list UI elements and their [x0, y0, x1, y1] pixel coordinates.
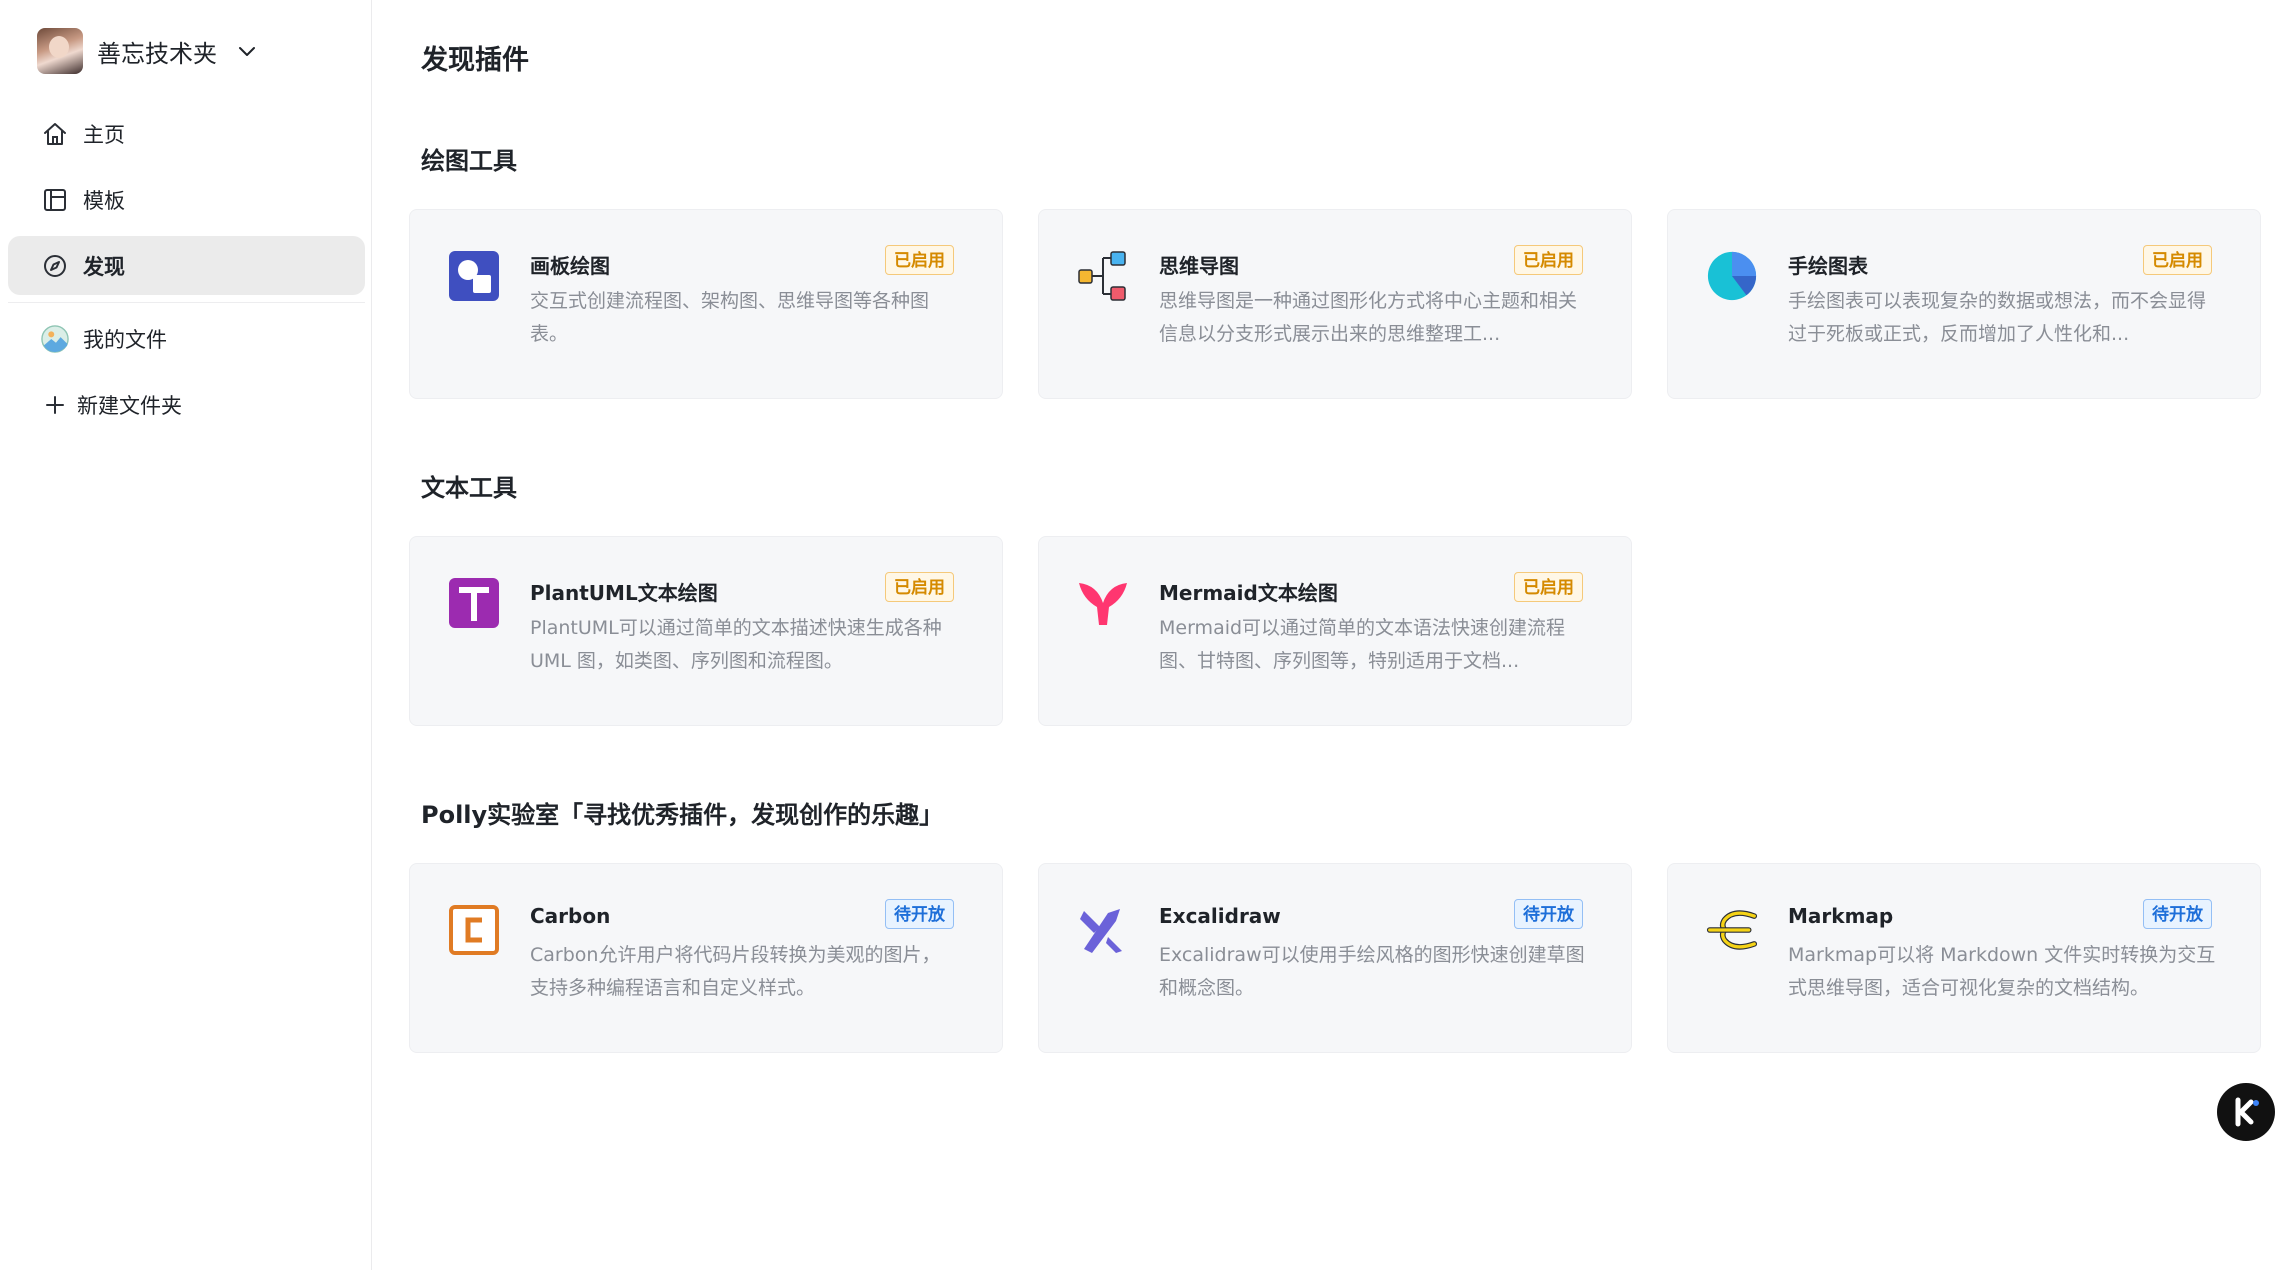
plugin-description: Markmap可以将 Markdown 文件实时转换为交互式思维导图，适合可视化…: [1788, 944, 2216, 999]
status-badge: 待开放: [1514, 899, 1583, 929]
status-badge: 已启用: [885, 245, 954, 275]
plugin-description: Excalidraw可以使用手绘风格的图形快速创建草图和概念图。: [1159, 944, 1585, 999]
landscape-icon: [41, 324, 69, 353]
status-badge: 已启用: [1514, 245, 1583, 275]
plugin-description: 思维导图是一种通过图形化方式将中心主题和相关信息以分支形式展示出来的思维整理工.…: [1159, 290, 1578, 345]
status-badge: 已启用: [2143, 245, 2212, 275]
plugin-card-board-drawing[interactable]: 画板绘图 已启用 交互式创建流程图、架构图、思维导图等各种图表。: [409, 209, 1003, 399]
plugin-title: 思维导图: [1159, 254, 1239, 278]
section-title-drawing-tools: 绘图工具: [421, 147, 517, 175]
workspace-switcher[interactable]: 善忘技术夹: [37, 28, 257, 74]
plugin-card-hand-drawn-chart[interactable]: 手绘图表 已启用 手绘图表可以表现复杂的数据或想法，而不会显得过于死板或正式，反…: [1667, 209, 2261, 399]
sidebar-item-templates[interactable]: 模板: [8, 170, 365, 229]
main-content: 发现插件 绘图工具 画板绘图 已启用 交互式创建流程图、架构图、思维导图等各种图…: [372, 0, 2295, 1270]
workspace-name: 善忘技术夹: [97, 39, 217, 68]
plugin-card-excalidraw[interactable]: Excalidraw 待开放 Excalidraw可以使用手绘风格的图形快速创建…: [1038, 863, 1632, 1053]
sidebar: 善忘技术夹 主页 模板 发现 我的文件 新建文件夹: [0, 0, 372, 1270]
plugin-card-mermaid[interactable]: Mermaid文本绘图 已启用 Mermaid可以通过简单的文本语法快速创建流程…: [1038, 536, 1632, 726]
sidebar-item-discover[interactable]: 发现: [8, 236, 365, 295]
plugin-description: PlantUML可以通过简单的文本描述快速生成各种 UML 图，如类图、序列图和…: [530, 617, 942, 672]
excalidraw-icon: [1077, 904, 1129, 956]
plugin-card-plantuml[interactable]: PlantUML文本绘图 已启用 PlantUML可以通过简单的文本描述快速生成…: [409, 536, 1003, 726]
sidebar-item-label: 新建文件夹: [77, 393, 182, 418]
sidebar-item-my-files[interactable]: 我的文件: [8, 309, 365, 368]
template-icon: [41, 186, 69, 214]
plugin-title: Excalidraw: [1159, 904, 1281, 928]
status-badge: 待开放: [2143, 899, 2212, 929]
compass-icon: [41, 252, 69, 280]
pie-chart-icon: [1706, 250, 1758, 302]
plugin-card-carbon[interactable]: Carbon 待开放 Carbon允许用户将代码片段转换为美观的图片，支持多种编…: [409, 863, 1003, 1053]
plugin-title: Mermaid文本绘图: [1159, 581, 1338, 605]
board-drawing-icon: [448, 250, 500, 302]
plugin-description: Carbon允许用户将代码片段转换为美观的图片，支持多种编程语言和自定义样式。: [530, 944, 941, 999]
sidebar-divider: [8, 302, 365, 303]
page-title: 发现插件: [421, 45, 529, 76]
status-badge: 待开放: [885, 899, 954, 929]
mind-map-icon: [1077, 250, 1129, 302]
sidebar-item-label: 模板: [83, 188, 125, 213]
mermaid-icon: [1077, 577, 1129, 629]
plus-icon: [41, 391, 69, 419]
sidebar-item-home[interactable]: 主页: [8, 104, 365, 163]
sidebar-item-label: 主页: [83, 122, 125, 147]
plugin-card-markmap[interactable]: Markmap 待开放 Markmap可以将 Markdown 文件实时转换为交…: [1667, 863, 2261, 1053]
plugin-title: 手绘图表: [1788, 254, 1868, 278]
section-title-polly-lab: Polly实验室「寻找优秀插件，发现创作的乐趣」: [421, 801, 944, 829]
k-logo-icon[interactable]: [2217, 1083, 2275, 1141]
plugin-title: 画板绘图: [530, 254, 610, 278]
plantuml-icon: [448, 577, 500, 629]
plugin-card-mind-map[interactable]: 思维导图 已启用 思维导图是一种通过图形化方式将中心主题和相关信息以分支形式展示…: [1038, 209, 1632, 399]
plugin-title: PlantUML文本绘图: [530, 581, 718, 605]
plugin-description: 手绘图表可以表现复杂的数据或想法，而不会显得过于死板或正式，反而增加了人性化和.…: [1788, 290, 2207, 345]
status-badge: 已启用: [1514, 572, 1583, 602]
plugin-title: Carbon: [530, 904, 611, 928]
avatar: [37, 28, 83, 74]
plugin-description: 交互式创建流程图、架构图、思维导图等各种图表。: [530, 290, 930, 345]
new-folder-button[interactable]: 新建文件夹: [8, 375, 365, 434]
carbon-icon: [448, 904, 500, 956]
sidebar-item-label: 我的文件: [83, 327, 167, 352]
sidebar-item-label: 发现: [83, 254, 125, 279]
home-icon: [41, 120, 69, 148]
chevron-down-icon: [237, 41, 257, 61]
status-badge: 已启用: [885, 572, 954, 602]
plugin-description: Mermaid可以通过简单的文本语法快速创建流程图、甘特图、序列图等，特别适用于…: [1159, 617, 1566, 672]
section-title-text-tools: 文本工具: [421, 474, 517, 502]
plugin-title: Markmap: [1788, 904, 1894, 928]
markmap-icon: [1706, 904, 1758, 956]
